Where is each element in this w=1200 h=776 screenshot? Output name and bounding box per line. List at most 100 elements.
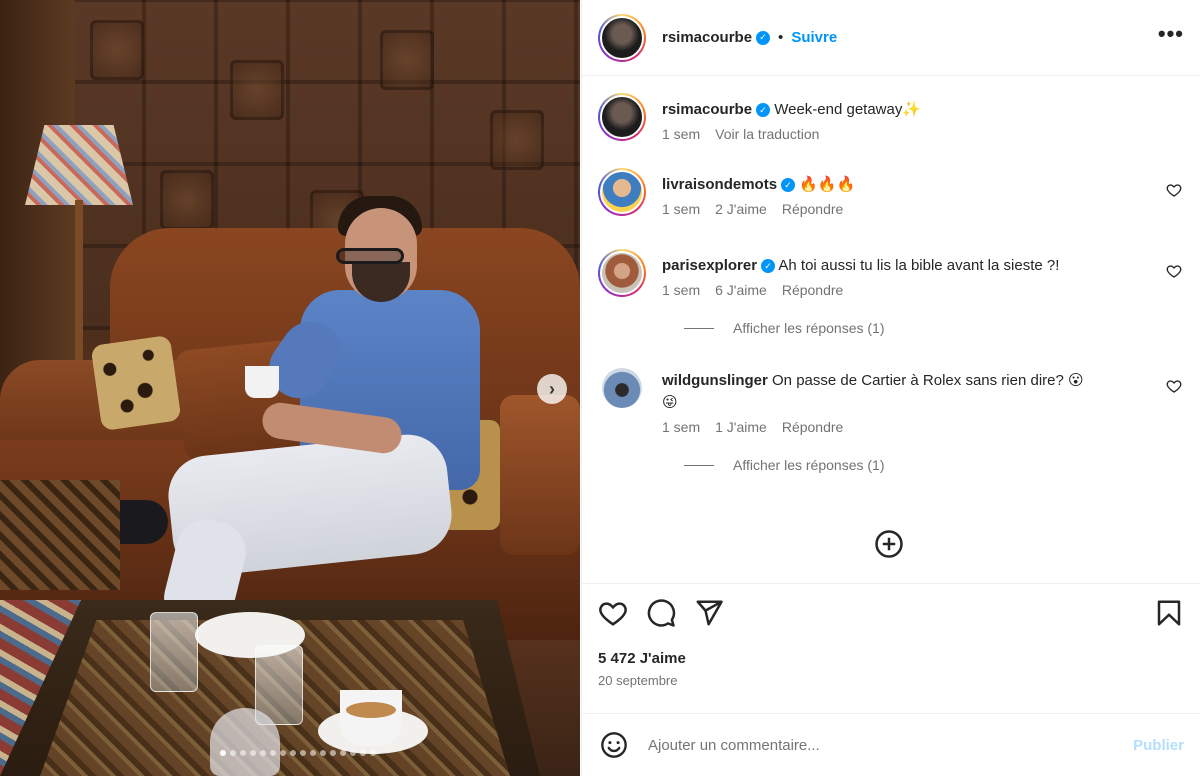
comment-body: parisexplorer ✓ Ah toi aussi tu lis la bi… [662, 249, 1184, 298]
post-date[interactable]: 20 septembre [598, 673, 1184, 688]
caption-text: rsimacourbe ✓ Week-end getaway✨ [662, 99, 1144, 121]
translate-link[interactable]: Voir la traduction [715, 126, 819, 142]
comment-item: parisexplorer ✓ Ah toi aussi tu lis la bi… [598, 249, 1184, 298]
action-bar [598, 598, 1184, 628]
carousel-dot [220, 750, 226, 756]
comment-username[interactable]: livraisondemots [662, 176, 777, 193]
avatar-image [600, 15, 644, 60]
view-replies-label: Afficher les réponses (1) [733, 320, 885, 336]
comment-input[interactable] [648, 736, 1134, 754]
carousel-dots [220, 750, 376, 756]
plus-circle-icon[interactable] [874, 529, 904, 559]
replies-line [684, 327, 714, 329]
comment-likes[interactable]: 2 J'aime [715, 201, 767, 217]
comment-content: On passe de Cartier à Rolex sans rien di… [772, 372, 1084, 389]
comment-meta: 1 sem 6 J'aime Répondre [662, 282, 1144, 298]
verified-badge-icon: ✓ [781, 178, 796, 192]
heart-icon[interactable] [1166, 182, 1182, 198]
carousel-dot [340, 750, 346, 756]
comment-likes[interactable]: 1 J'aime [715, 419, 767, 435]
leopard-cushion [90, 334, 182, 432]
replies-line [684, 464, 714, 466]
emoji-icon[interactable] [600, 731, 628, 759]
commenter-avatar[interactable] [602, 368, 642, 408]
carousel-dot [360, 750, 366, 756]
carousel-dot [230, 750, 236, 756]
carousel-dot [320, 750, 326, 756]
carousel-dot [300, 750, 306, 756]
post-photo[interactable]: › [0, 0, 580, 776]
verified-badge-icon: ✓ [761, 259, 776, 273]
comment-body: livraisondemots ✓ 🔥🔥🔥 1 sem 2 J'aime Répo… [662, 168, 1184, 217]
carousel-dot [270, 750, 276, 756]
comment-username[interactable]: wildgunslinger [662, 372, 768, 389]
comment-likes[interactable]: 6 J'aime [715, 282, 767, 298]
coffee-cup [340, 690, 402, 746]
caption-avatar[interactable] [598, 93, 646, 141]
avatar-image [600, 95, 644, 139]
comment-content: Ah toi aussi tu lis la bible avant la si… [778, 257, 1060, 274]
bookmark-icon[interactable] [1154, 598, 1184, 628]
caption-body: rsimacourbe ✓ Week-end getaway✨ 1 sem Voi… [662, 93, 1184, 142]
comment-item: wildgunslinger On passe de Cartier à Rol… [598, 364, 1184, 435]
comment-time[interactable]: 1 sem [662, 201, 700, 217]
reply-button[interactable]: Répondre [782, 282, 844, 298]
reply-button[interactable]: Répondre [782, 419, 844, 435]
heart-icon[interactable] [1166, 263, 1182, 279]
comment-icon[interactable] [646, 598, 676, 628]
caption-username[interactable]: rsimacourbe [662, 101, 752, 118]
reply-button[interactable]: Répondre [782, 201, 844, 217]
follow-button[interactable]: Suivre [791, 29, 837, 46]
avatar-image [600, 170, 644, 214]
sunglasses [336, 248, 404, 264]
comment-meta: 1 sem 1 J'aime Répondre [662, 419, 1144, 435]
caption-time[interactable]: 1 sem [662, 126, 700, 142]
comment-time[interactable]: 1 sem [662, 282, 700, 298]
commenter-avatar[interactable] [598, 249, 646, 297]
chevron-right-icon: › [549, 378, 555, 399]
share-icon[interactable] [694, 598, 724, 628]
caption-content: Week-end getaway✨ [774, 101, 922, 118]
likes-count[interactable]: 5 472 J'aime [598, 650, 1184, 667]
lamp-pole [75, 200, 83, 370]
publish-button[interactable]: Publier [1133, 737, 1184, 754]
comment-meta: 1 sem 2 J'aime Répondre [662, 201, 1144, 217]
carousel-dot [350, 750, 356, 756]
carousel-dot [280, 750, 286, 756]
commenter-avatar[interactable] [598, 168, 646, 216]
verified-badge-icon: ✓ [756, 103, 771, 117]
author-info: rsimacourbe ✓ • Suivre [662, 29, 837, 46]
author-username[interactable]: rsimacourbe [662, 29, 752, 46]
comment-text: parisexplorer ✓ Ah toi aussi tu lis la bi… [662, 255, 1144, 277]
comment-text: wildgunslinger On passe de Cartier à Rol… [662, 370, 1144, 414]
more-options-icon[interactable]: ••• [1158, 22, 1184, 53]
comment-username[interactable]: parisexplorer [662, 257, 757, 274]
view-replies-button[interactable]: Afficher les réponses (1) [684, 457, 1184, 473]
caption-meta: 1 sem Voir la traduction [662, 126, 1144, 142]
heart-icon[interactable] [598, 598, 628, 628]
carousel-dot [240, 750, 246, 756]
separator: • [778, 29, 784, 46]
side-table [0, 480, 120, 590]
caption: rsimacourbe ✓ Week-end getaway✨ 1 sem Voi… [598, 93, 1184, 142]
post-sidebar: rsimacourbe ✓ • Suivre ••• rsimacourbe ✓ … [581, 0, 1200, 776]
comment-content: 🔥🔥🔥 [799, 176, 856, 193]
espresso-cup [245, 366, 279, 398]
carousel-dot [260, 750, 266, 756]
comment-time[interactable]: 1 sem [662, 419, 700, 435]
verified-badge-icon: ✓ [756, 30, 771, 45]
carousel-dot [330, 750, 336, 756]
water-glass [150, 612, 198, 692]
heart-icon[interactable] [1166, 378, 1182, 394]
coffee [346, 702, 396, 718]
carousel-next-button[interactable]: › [537, 374, 567, 404]
author-avatar[interactable] [598, 13, 646, 62]
comment-content-emoji: 😜 [662, 394, 678, 411]
avatar-image [600, 251, 644, 295]
view-replies-button[interactable]: Afficher les réponses (1) [684, 320, 1184, 336]
post-header: rsimacourbe ✓ • Suivre ••• [582, 0, 1200, 76]
carousel-dot [290, 750, 296, 756]
carousel-dot [370, 750, 376, 756]
add-comment-bar: Publier [582, 713, 1200, 776]
comment-body: wildgunslinger On passe de Cartier à Rol… [662, 364, 1184, 435]
